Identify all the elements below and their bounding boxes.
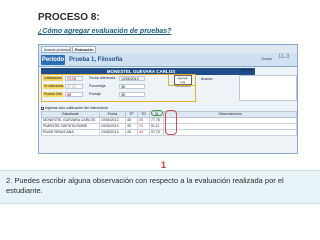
grado-value: 11-3 (278, 54, 290, 60)
app-window: Avance procesos Evaluación Período 1 Pru… (38, 44, 298, 154)
puntaje-field[interactable]: 45 (119, 92, 145, 97)
valorados-label: % valorados (43, 84, 65, 89)
fecha-label: Fecha referencia (89, 76, 116, 80)
porcentaje-field[interactable]: 35 (119, 84, 145, 89)
evaluation-header: Período 1 Prueba 1, Filosofía Grado 11-3 (39, 53, 297, 73)
cell-estudiante: RIVAS SIRIAS ANA (41, 129, 100, 136)
slide-subtitle: ¿Cómo agregar evaluación de pruebas? (38, 28, 172, 35)
puntos-label: Puntos Obt. (43, 92, 64, 97)
fecha-field[interactable]: 19/05/2013 (119, 76, 145, 81)
add-button-highlight (168, 74, 196, 86)
cell-estudiante: MONESTEL GUEVARA CARLOS (41, 117, 100, 124)
only-grade-label: Ingresar sólo calificación del instrumen… (45, 106, 109, 110)
avance-label: Avance (201, 77, 213, 81)
caption-box: 2. Puedes escribir alguna observación co… (0, 170, 320, 204)
slide-title: PROCESO 8: (38, 12, 100, 23)
cell-observaciones[interactable] (163, 129, 297, 136)
tab-avance-procesos[interactable]: Avance procesos (41, 46, 71, 53)
step-marker: 1 (161, 160, 167, 170)
valorados-field[interactable]: 27,22 (65, 84, 83, 89)
grado-label: Grado (261, 56, 273, 61)
calificacion-field[interactable]: 77,78 (65, 76, 83, 81)
cell-fecha[interactable]: 19/05/2013 (99, 129, 126, 136)
tab-evaluacion[interactable]: Evaluación (72, 46, 96, 53)
puntaje-label: Puntaje (89, 92, 101, 96)
observations-label: Manejo (241, 68, 254, 72)
observations-panel[interactable] (239, 75, 297, 101)
cell-to[interactable]: 44 (137, 129, 150, 136)
puntos-field[interactable]: 35 (65, 92, 83, 97)
tab-bar: Avance procesos Evaluación (39, 45, 297, 53)
tp-column-highlight (151, 110, 163, 116)
cell-tp[interactable]: 45 (125, 129, 138, 136)
only-grade-checkbox[interactable] (41, 106, 44, 110)
porcentaje-label: Porcentaje (89, 84, 106, 88)
cell-percent: 97,78 (149, 129, 164, 136)
caption-text: 2. Puedes escribir alguna observación co… (6, 176, 284, 195)
evaluation-title: Prueba 1, Filosofía (69, 57, 123, 63)
calificacion-label: Calificación (43, 76, 63, 81)
period-badge: Período 1 (41, 55, 65, 73)
to-column-highlight (165, 110, 177, 135)
